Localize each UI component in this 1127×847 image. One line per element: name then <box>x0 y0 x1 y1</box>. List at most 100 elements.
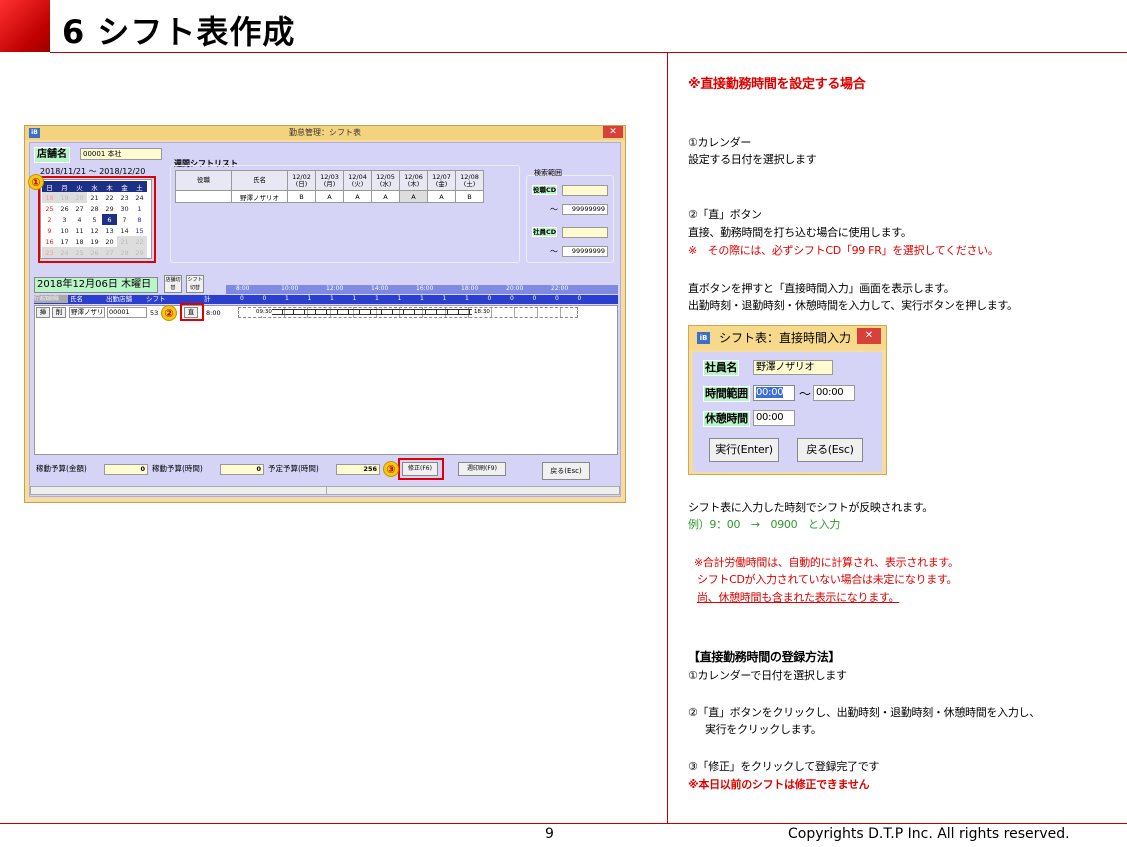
shift-switch-button[interactable]: シフト切替 <box>186 275 204 293</box>
page-number: 9 <box>545 826 554 842</box>
step1-title: ①カレンダー <box>688 136 752 149</box>
timeline-count: 1 <box>465 295 469 302</box>
dialog-range-tilde: ～ <box>799 387 811 401</box>
weekly-cell[interactable] <box>175 190 232 203</box>
row-shift-bar[interactable] <box>272 309 472 315</box>
step2-para1: 直ボタンを押すと「直接時間入力」画面を表示します。 <box>688 282 955 295</box>
dialog-break-field[interactable]: 00:00 <box>753 410 795 426</box>
list-header-store: 出勤店舗 <box>106 295 132 303</box>
direct-time-dialog: iB シフト表：直接時間入力 ✕ 社員名 野澤ノザリオ 時間範囲 00:00 ～… <box>688 325 887 475</box>
timeline-count: 0 <box>577 295 582 302</box>
shift-table-window: 勤怠管理：シフト表 iB ✕ 店舗名 00001 本社 2018/11/21 ～… <box>24 125 626 503</box>
row-shift-code[interactable]: 53 <box>150 309 158 317</box>
weekly-header-cell: 役職 <box>175 170 232 191</box>
dialog-emp-field: 野澤ノザリオ <box>753 360 833 375</box>
title-accent-bar <box>0 0 50 52</box>
note-1: ※合計労働時間は、自動的に計算され、表示されます。 <box>694 556 959 569</box>
weekly-header-cell: 12/08 (土) <box>455 170 484 191</box>
weekly-cell[interactable]: A <box>315 190 344 203</box>
weekly-header-cell: 12/04 (火) <box>343 170 372 191</box>
dialog-range-label: 時間範囲 <box>703 386 750 402</box>
timeline-counts: 0 0 1 1 1 1 1 1 1 1 1 0 0 0 0 0 <box>226 295 618 304</box>
dialog-close-icon[interactable]: ✕ <box>857 328 881 344</box>
howto-step2a: ②「直」ボタンをクリックし、出勤時刻・退勤時刻・休憩時間を入力し、 <box>688 706 1040 719</box>
dialog-app-icon: iB <box>697 332 710 344</box>
search-emp-tilde: ～ <box>550 247 558 256</box>
search-post-to[interactable]: 99999999 <box>562 204 608 215</box>
step2-para2: 出勤時刻・退勤時刻・休憩時間を入力して、実行ボタンを押します。 <box>688 299 1018 312</box>
row-store-select[interactable]: 00001 <box>107 307 147 318</box>
search-post-tilde: ～ <box>550 205 558 214</box>
delete-row-button[interactable]: 削 <box>52 307 66 318</box>
app-icon: iB <box>29 128 40 138</box>
dialog-exec-button[interactable]: 実行(Enter) <box>709 438 779 462</box>
back-button[interactable]: 戻る(Esc) <box>542 462 590 480</box>
search-emp-to[interactable]: 99999999 <box>562 246 608 257</box>
step2-text: 直接、勤務時間を打ち込む場合に使用します。 <box>688 226 912 239</box>
weekly-cell[interactable]: A <box>427 190 456 203</box>
row-start-time: 09:30 <box>256 308 272 316</box>
footer-rule <box>0 823 1127 824</box>
weekly-cell[interactable]: B <box>455 190 484 203</box>
close-icon[interactable]: ✕ <box>603 126 623 138</box>
store-field[interactable]: 00001 本社 <box>80 148 162 160</box>
after-example: 例）9：00 → 0900 と入力 <box>688 518 841 531</box>
timeline-hours: 8:00 10:00 12:00 14:00 16:00 18:00 20:00 22:00 <box>226 285 618 294</box>
highlight-direct-button <box>180 303 204 321</box>
shift-list <box>34 305 618 455</box>
timeline-count: 0 <box>262 295 267 302</box>
timeline-hour-label: 10:00 <box>281 285 299 292</box>
search-emp-from[interactable] <box>562 227 608 238</box>
howto-title: 【直接勤務時間の登録方法】 <box>688 650 841 664</box>
note-3: 尚、休憩時間も含まれた表示になります。 <box>697 591 900 604</box>
timeline-hour-label: 8:00 <box>236 285 250 292</box>
dialog-title: シフト表：直接時間入力 <box>719 331 852 345</box>
print-button[interactable]: 週印刷(F9) <box>458 462 506 476</box>
highlight-fix-button <box>398 458 444 480</box>
timeline-count: 0 <box>510 295 514 302</box>
dialog-titlebar: iB シフト表：直接時間入力 ✕ <box>689 326 886 350</box>
plan-time-field: 256 <box>336 464 380 475</box>
howto-step1: ①カレンダーで日付を選択します <box>688 669 847 682</box>
timeline-count: 0 <box>555 295 559 302</box>
weekly-header-cell: 12/05 (水) <box>371 170 400 191</box>
status-divider <box>326 486 327 495</box>
timeline-hour-label: 14:00 <box>371 285 389 292</box>
dialog-break-label: 休憩時間 <box>703 411 750 427</box>
insert-row-button[interactable]: 挿 <box>36 307 50 318</box>
weekly-cell[interactable]: 野澤ノザリオ <box>231 190 288 203</box>
timeline-count: 1 <box>285 295 289 302</box>
dialog-back-button[interactable]: 戻る(Esc) <box>797 438 863 462</box>
howto-warning: ※本日以前のシフトは修正できません <box>688 778 870 791</box>
search-range-title: 検索範囲 <box>534 169 562 177</box>
weekly-cell[interactable]: A <box>343 190 372 203</box>
list-header-name: 氏名 <box>70 295 83 303</box>
callout-3: ③ <box>383 461 399 477</box>
window-title: 勤怠管理：シフト表 <box>25 126 625 140</box>
store-switch-button[interactable]: 店舗切替 <box>164 275 182 293</box>
search-post-from[interactable] <box>562 185 608 196</box>
weekly-header-cell: 12/02 (日) <box>287 170 316 191</box>
copyright: Copyrights D.T.P Inc. All rights reserve… <box>788 826 1070 842</box>
timeline-count: 1 <box>330 295 334 302</box>
weekly-header-cell: 12/06 (木) <box>399 170 428 191</box>
timeline-count: 0 <box>240 295 244 302</box>
search-post-label: 役職CD <box>532 185 558 195</box>
list-header-shift: シフト <box>146 295 166 303</box>
weekly-header-cell: 氏名 <box>231 170 288 191</box>
status-bar <box>30 486 620 495</box>
timeline-hour-label: 22:00 <box>551 285 569 292</box>
weekly-header-cell: 12/07 (金) <box>427 170 456 191</box>
weekly-cell[interactable]: B <box>287 190 316 203</box>
weekly-cell[interactable]: A <box>399 190 428 203</box>
dialog-range-from[interactable]: 00:00 <box>753 385 795 401</box>
search-emp-label: 社員CD <box>532 227 558 237</box>
timeline-count: 1 <box>352 295 357 302</box>
store-label: 店舗名 <box>34 147 70 163</box>
timeline-count: 1 <box>442 295 447 302</box>
weekly-cell[interactable]: A <box>371 190 400 203</box>
callout-2: ② <box>161 305 177 321</box>
timeline-count: 1 <box>397 295 402 302</box>
dialog-client: 社員名 野澤ノザリオ 時間範囲 00:00 ～ 00:00 休憩時間 00:00… <box>693 352 882 472</box>
dialog-range-to[interactable]: 00:00 <box>813 385 855 401</box>
